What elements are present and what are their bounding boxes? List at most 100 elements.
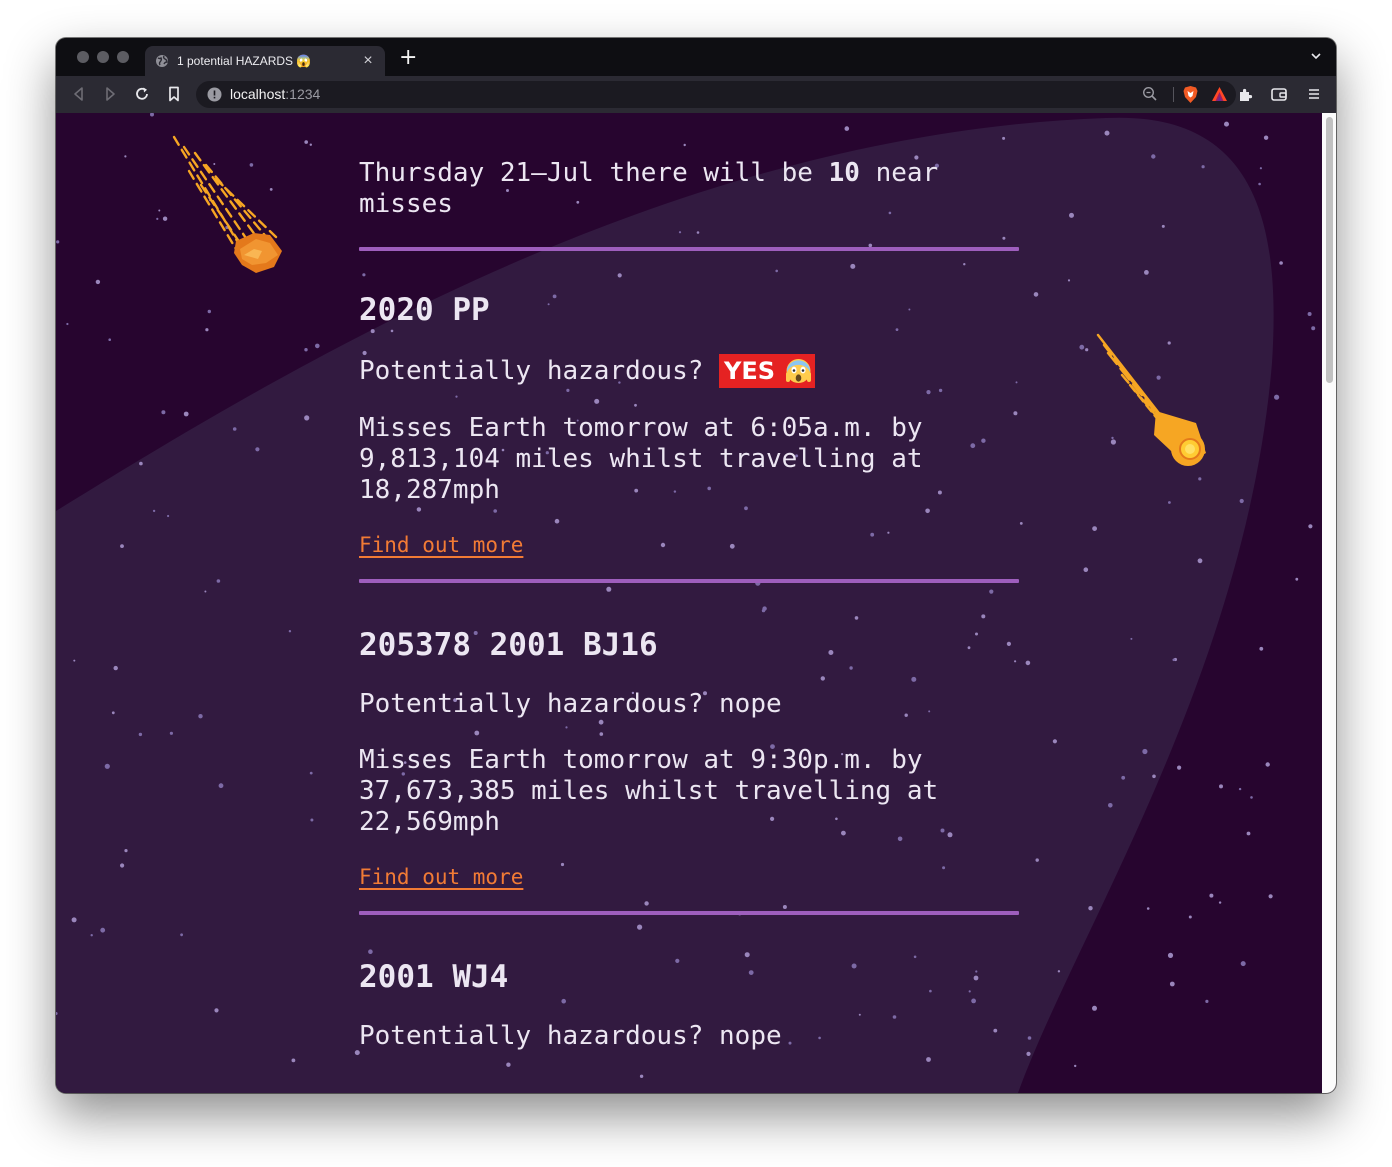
chevron-down-icon[interactable] [1310,50,1322,62]
star [1161,224,1165,228]
miss-line: 37,673,385 miles whilst travelling at [359,776,939,806]
star [1238,787,1242,791]
asteroid-card: 2020 PP Potentially hazardous? YES Misse… [359,292,1019,558]
globe-icon [156,55,168,67]
url-host: localhost [230,86,286,102]
hazard-status: Potentially hazardous? nope [359,1019,1019,1053]
star [1092,526,1097,531]
star [1274,394,1280,400]
brave-shield-icon[interactable] [1182,85,1199,104]
brave-rewards-icon[interactable] [1211,86,1228,102]
star [1079,344,1085,350]
info-icon[interactable] [207,87,222,102]
star [1258,182,1261,186]
star [169,731,173,735]
minimize-window-button[interactable] [97,51,109,63]
find-out-more-link[interactable]: Find out more [359,864,523,890]
zoom-icon[interactable] [1142,86,1158,102]
star [1188,915,1192,919]
star [1308,524,1313,529]
star [315,343,320,349]
url-separator [1173,87,1174,102]
star [156,217,159,220]
star [1092,1005,1097,1011]
hazard-label: Potentially hazardous? [359,1021,704,1051]
star [150,113,154,117]
star [1239,498,1244,504]
star [152,509,156,513]
star [1130,637,1133,640]
wallet-icon[interactable] [1270,85,1288,103]
close-window-button[interactable] [77,51,89,63]
star [304,140,308,144]
hazard-label: Potentially hazardous? [359,689,704,719]
star [1110,439,1116,445]
star [161,410,166,415]
star [1169,981,1175,987]
star [1156,375,1161,380]
extensions-icon[interactable] [1237,85,1255,103]
miss-line: Misses Earth tomorrow at 9:30p.m. by [359,745,923,775]
forward-icon[interactable] [101,85,119,103]
star [926,1057,931,1062]
star [304,415,310,421]
star [1295,577,1299,581]
url-text[interactable]: localhost:1234 [230,86,320,102]
zoom-window-button[interactable] [117,51,129,63]
close-icon[interactable]: × [361,53,375,69]
address-bar[interactable]: localhost:1234 [196,81,1236,108]
bookmark-icon[interactable] [165,85,183,103]
star [1025,660,1031,666]
page-heading: Thursday 21–Jul there will be 10 near mi… [359,158,1019,220]
star [214,1008,219,1013]
star [1074,1064,1077,1068]
star [309,771,313,775]
star [124,849,128,853]
page-viewport: Thursday 21–Jul there will be 10 near mi… [56,113,1336,1093]
star [1027,1036,1032,1040]
miss-line: 22,569mph [359,807,500,837]
star [1218,901,1222,904]
toolbar: localhost:1234 [56,76,1336,113]
star [249,163,254,167]
star [120,544,124,548]
star [1144,270,1149,275]
star [1307,312,1312,316]
star [1142,748,1148,755]
star [1002,136,1006,140]
star [1083,567,1089,572]
asteroid-card: 205378 2001 BJ16 Potentially hazardous? … [359,627,1019,890]
near-misses-list: Thursday 21–Jul there will be 10 near mi… [359,158,1019,1053]
star [1311,326,1316,331]
star [204,590,207,593]
star [1026,1051,1031,1056]
hazard-value: YES [724,357,776,385]
plus-icon[interactable]: + [399,47,417,69]
vertical-scrollbar[interactable] [1322,113,1336,1093]
star [309,143,312,146]
star [1265,762,1270,767]
menu-icon[interactable] [1305,85,1323,103]
star [291,1058,296,1063]
scrollbar-thumb[interactable] [1326,117,1333,383]
url-port: :1234 [285,86,321,102]
tab-active[interactable]: 1 potential HAZARDS 😱 × [145,46,385,76]
star [73,659,76,662]
star [100,927,106,933]
star [1104,130,1110,136]
find-out-more-link[interactable]: Find out more [359,532,523,558]
star [1224,121,1229,127]
asteroid-card: 2001 WJ4 Potentially hazardous? nope [359,959,1019,1053]
star [216,579,221,583]
star [310,818,314,822]
star [205,328,209,332]
star [1152,774,1156,779]
star [639,1074,644,1078]
reload-icon[interactable] [133,85,151,103]
star [844,126,850,131]
intro-suffix-2: misses [359,189,453,219]
divider [359,911,1019,915]
star [1088,906,1093,911]
back-icon[interactable] [70,85,88,103]
miss-details: Misses Earth tomorrow at 9:30p.m. by 37,… [359,745,1019,838]
